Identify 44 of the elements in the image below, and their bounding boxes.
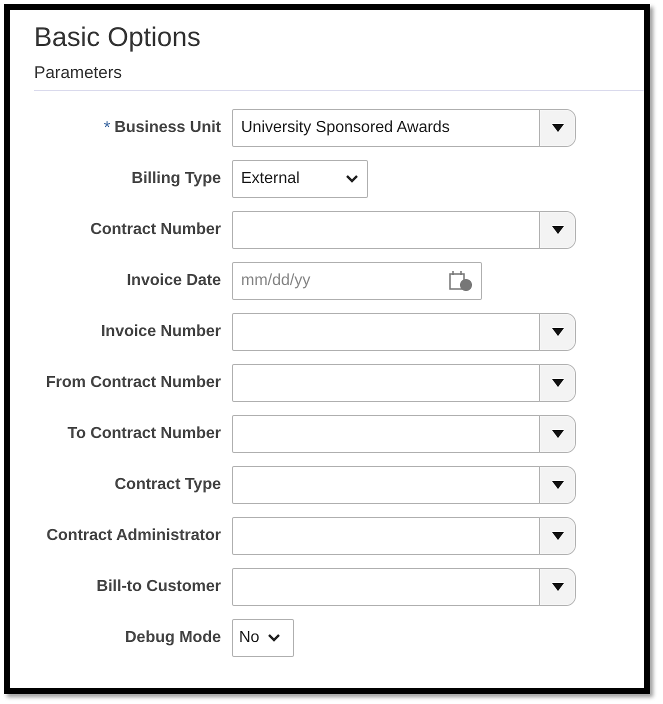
dropdown-button[interactable]	[539, 416, 575, 452]
dropdown-button[interactable]	[539, 110, 575, 146]
combo-field[interactable]: University Sponsored Awards	[232, 108, 576, 146]
combo-field[interactable]	[232, 312, 576, 350]
field-label: Billing Type	[132, 168, 221, 188]
section-title: Parameters	[34, 62, 123, 84]
triangle-down-icon	[552, 532, 564, 540]
triangle-down-icon	[552, 124, 564, 132]
field-label: Invoice Number	[100, 322, 221, 342]
field-label: Invoice Date	[126, 270, 221, 290]
dropdown-button[interactable]	[539, 212, 575, 248]
triangle-down-icon	[552, 582, 564, 590]
field-label: Contract Number	[90, 220, 221, 240]
triangle-down-icon	[552, 226, 564, 234]
dropdown-button[interactable]	[539, 364, 575, 400]
chevron-down-icon	[267, 632, 282, 642]
combo-field[interactable]	[232, 414, 576, 452]
field-label: Contract Administrator	[46, 526, 221, 546]
combo-field[interactable]	[232, 466, 576, 504]
combo-field[interactable]	[232, 364, 576, 402]
dropdown-button[interactable]	[539, 466, 575, 502]
field-label: Contract Type	[114, 474, 221, 494]
field-label: Business Unit	[114, 118, 221, 138]
date-field[interactable]: mm/dd/yy	[232, 262, 482, 300]
combo-field[interactable]	[232, 210, 576, 248]
triangle-down-icon	[552, 328, 564, 336]
select-field[interactable]: No	[232, 618, 294, 656]
field-label: Bill-to Customer	[96, 576, 221, 596]
combo-field[interactable]	[232, 516, 576, 554]
field-label: To Contract Number	[68, 424, 221, 444]
triangle-down-icon	[552, 378, 564, 386]
dropdown-button[interactable]	[539, 568, 575, 604]
dropdown-button[interactable]	[539, 314, 575, 350]
required-asterisk: *	[104, 116, 110, 139]
select-field[interactable]: External	[232, 160, 368, 198]
triangle-down-icon	[552, 430, 564, 438]
combo-field[interactable]	[232, 568, 576, 606]
chevron-down-icon	[345, 174, 359, 184]
calendar-icon[interactable]	[449, 270, 473, 292]
dropdown-button[interactable]	[539, 518, 575, 554]
triangle-down-icon	[552, 480, 564, 488]
page-title: Basic Options	[34, 21, 202, 54]
field-label: From Contract Number	[46, 372, 221, 392]
field-label: Debug Mode	[125, 628, 221, 648]
